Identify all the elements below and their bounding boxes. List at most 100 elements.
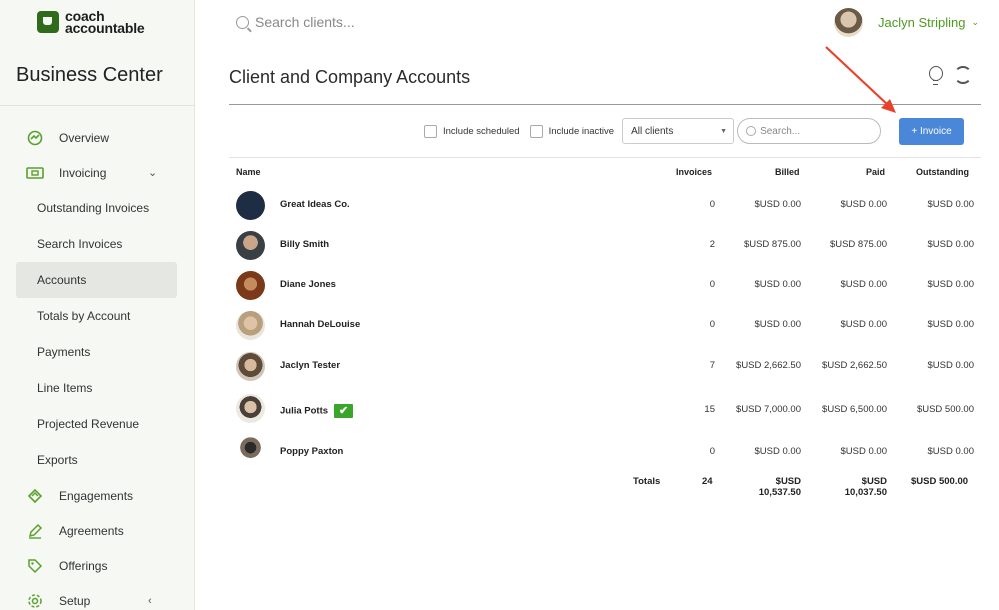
sidebar-item-search-invoices[interactable]: Search Invoices: [0, 226, 195, 262]
account-name[interactable]: Julia Potts ✔: [280, 404, 354, 418]
invoices-cell: 0: [709, 446, 715, 457]
totals-billed-currency: $USD: [775, 476, 801, 487]
logo[interactable]: coach accountable: [37, 9, 145, 35]
column-header-outstanding[interactable]: Outstanding: [916, 167, 969, 177]
paid-cell: $USD 0.00: [840, 446, 887, 457]
caret-down-icon: ▼: [720, 128, 728, 135]
totals-paid: $USD 10,037.50: [840, 476, 887, 498]
paid-cell: $USD 6,500.00: [822, 404, 887, 415]
refresh-icon[interactable]: [954, 66, 972, 84]
table-row[interactable]: Great Ideas Co. 0 $USD 0.00 $USD 0.00 $U…: [229, 185, 981, 225]
lightbulb-icon[interactable]: [928, 66, 944, 86]
sidebar-item-label: Line Items: [37, 381, 93, 395]
include-scheduled-checkbox[interactable]: Include scheduled: [424, 124, 520, 138]
outstanding-cell: $USD 500.00: [916, 404, 974, 415]
search-icon: [746, 126, 757, 136]
sidebar-item-overview[interactable]: Overview: [0, 120, 195, 155]
sidebar-item-exports[interactable]: Exports: [0, 442, 195, 478]
invoices-cell: 15: [704, 404, 715, 415]
sidebar-item-line-items[interactable]: Line Items: [0, 370, 195, 406]
account-name[interactable]: Poppy Paxton: [280, 446, 343, 457]
sidebar-item-engagements[interactable]: Engagements: [0, 478, 195, 513]
client-search[interactable]: Search clients...: [236, 14, 355, 30]
invoices-cell: 0: [709, 279, 715, 290]
sidebar-item-agreements[interactable]: Agreements: [0, 513, 195, 548]
search-icon: [236, 15, 249, 29]
chevron-left-icon[interactable]: ‹: [148, 595, 152, 607]
sidebar-item-setup[interactable]: Setup ‹: [0, 583, 195, 610]
account-name[interactable]: Diane Jones: [280, 279, 336, 290]
sidebar-item-accounts[interactable]: Accounts: [16, 262, 177, 298]
sidebar-item-offerings[interactable]: Offerings: [0, 548, 195, 583]
sidebar-item-invoicing[interactable]: Invoicing ⌄: [0, 155, 195, 190]
sidebar-nav: Overview Invoicing ⌄ Outstanding Invoice…: [0, 120, 195, 610]
billed-cell: $USD 2,662.50: [736, 360, 801, 371]
logo-mark-icon: [37, 11, 59, 33]
user-menu[interactable]: Jaclyn Stripling ⌄: [834, 8, 979, 37]
client-filter-value: All clients: [631, 125, 674, 137]
column-header-invoices[interactable]: Invoices: [676, 167, 712, 177]
checkbox-box[interactable]: [424, 124, 437, 138]
sidebar-item-outstanding-invoices[interactable]: Outstanding Invoices: [0, 190, 195, 226]
include-scheduled-label: Include scheduled: [443, 125, 520, 137]
sidebar-item-label: Agreements: [59, 523, 124, 538]
pen-icon: [26, 522, 44, 540]
chevron-down-icon[interactable]: ⌄: [148, 166, 157, 179]
sidebar-item-totals-by-account[interactable]: Totals by Account: [0, 298, 195, 334]
gear-icon: [26, 592, 44, 610]
avatar: [236, 271, 265, 300]
avatar: [236, 436, 265, 465]
sidebar-item-label: Outstanding Invoices: [37, 201, 150, 215]
billed-cell: $USD 0.00: [754, 199, 801, 210]
account-name[interactable]: Hannah DeLouise: [280, 319, 360, 330]
header-divider: [229, 104, 981, 105]
avatar: [236, 352, 265, 381]
account-name[interactable]: Great Ideas Co.: [280, 199, 350, 210]
add-invoice-button[interactable]: + Invoice: [899, 118, 964, 145]
account-name-text: Julia Potts: [280, 405, 329, 417]
checkbox-box[interactable]: [529, 124, 543, 138]
client-filter-select[interactable]: All clients ▼: [622, 118, 735, 144]
account-search-input[interactable]: Search...: [737, 118, 882, 144]
sidebar-item-label: Invoicing: [59, 165, 107, 180]
billed-cell: $USD 0.00: [754, 319, 801, 330]
totals-label: Totals: [633, 476, 661, 487]
paid-cell: $USD 0.00: [840, 199, 887, 210]
paid-cell: $USD 0.00: [840, 279, 887, 290]
table-row[interactable]: Billy Smith 2 $USD 875.00 $USD 875.00 $U…: [229, 225, 981, 265]
column-header-paid[interactable]: Paid: [866, 167, 885, 177]
table-row[interactable]: Hannah DeLouise 0 $USD 0.00 $USD 0.00 $U…: [229, 305, 981, 345]
avatar: [236, 231, 265, 260]
outstanding-cell: $USD 0.00: [927, 360, 974, 371]
column-header-billed[interactable]: Billed: [775, 167, 800, 177]
page-title: Client and Company Accounts: [229, 67, 471, 87]
account-name[interactable]: Jaclyn Tester: [280, 360, 340, 371]
sidebar-item-label: Overview: [59, 130, 110, 145]
column-header-name[interactable]: Name: [236, 167, 261, 177]
sidebar-item-label: Engagements: [59, 488, 134, 503]
sidebar-item-label: Offerings: [59, 558, 108, 573]
billed-cell: $USD 0.00: [754, 446, 801, 457]
sidebar-item-label: Accounts: [37, 273, 87, 287]
tag-icon: [26, 557, 44, 575]
outstanding-cell: $USD 0.00: [927, 446, 974, 457]
invoices-cell: 0: [709, 319, 715, 330]
sidebar-item-payments[interactable]: Payments: [0, 334, 195, 370]
checkmark-icon: ✔: [334, 404, 354, 418]
billed-cell: $USD 0.00: [754, 279, 801, 290]
outstanding-cell: $USD 0.00: [927, 239, 974, 250]
chevron-down-icon: ⌄: [971, 17, 979, 27]
totals-billed: $USD 10,537.50: [754, 476, 801, 498]
table-row[interactable]: Julia Potts ✔ 15 $USD 7,000.00 $USD 6,500…: [229, 389, 981, 429]
include-inactive-checkbox[interactable]: Include inactive: [529, 124, 614, 138]
table-row[interactable]: Jaclyn Tester 7 $USD 2,662.50 $USD 2,662…: [229, 346, 981, 386]
user-name: Jaclyn Stripling: [878, 15, 966, 30]
invoices-cell: 0: [709, 199, 715, 210]
table-divider: [229, 157, 981, 158]
table-row[interactable]: Diane Jones 0 $USD 0.00 $USD 0.00 $USD 0…: [229, 265, 981, 305]
account-name[interactable]: Billy Smith: [280, 239, 329, 250]
invoices-cell: 7: [709, 360, 715, 371]
table-row[interactable]: Poppy Paxton 0 $USD 0.00 $USD 0.00 $USD …: [229, 431, 981, 471]
sidebar-item-projected-revenue[interactable]: Projected Revenue: [0, 406, 195, 442]
sidebar-divider: [0, 105, 195, 106]
